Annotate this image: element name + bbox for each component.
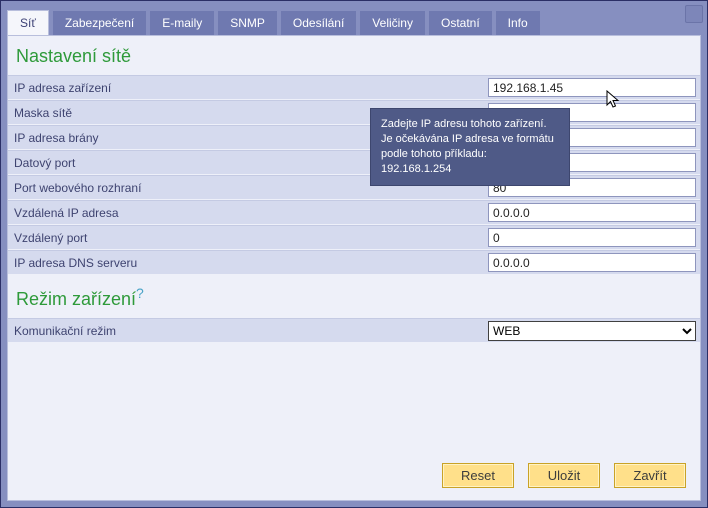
tab-sending[interactable]: Odesílání [281, 11, 356, 35]
tab-bar: Síť Zabezpečení E-maily SNMP Odesílání V… [1, 1, 707, 35]
tab-info[interactable]: Info [496, 11, 540, 35]
row-data-port: Datový port [8, 150, 700, 175]
section-title-mode-text: Režim zařízení [16, 289, 136, 309]
section-title-network: Nastavení sítě [8, 36, 700, 75]
row-gateway: IP adresa brány [8, 125, 700, 150]
tooltip-line: podle tohoto příkladu: [381, 147, 559, 162]
save-button[interactable]: Uložit [528, 463, 600, 488]
settings-window: Síť Zabezpečení E-maily SNMP Odesílání V… [0, 0, 708, 508]
button-bar: Reset Uložit Zavřít [442, 463, 686, 488]
label-device-ip: IP adresa zařízení [8, 81, 488, 95]
tooltip-line: Je očekávána IP adresa ve formátu [381, 132, 559, 147]
input-device-ip[interactable] [488, 78, 696, 97]
row-remote-port: Vzdálený port [8, 225, 700, 250]
label-dns: IP adresa DNS serveru [8, 256, 488, 270]
row-device-ip: IP adresa zařízení [8, 75, 700, 100]
tab-quantities[interactable]: Veličiny [360, 11, 425, 35]
input-remote-port[interactable] [488, 228, 696, 247]
tab-other[interactable]: Ostatní [429, 11, 492, 35]
row-remote-ip: Vzdálená IP adresa [8, 200, 700, 225]
tooltip-device-ip: Zadejte IP adresu tohoto zařízení. Je oč… [370, 108, 570, 186]
close-button[interactable]: Zavřít [614, 463, 686, 488]
tab-security[interactable]: Zabezpečení [53, 11, 146, 35]
tab-snmp[interactable]: SNMP [218, 11, 277, 35]
row-web-port: Port webového rozhraní [8, 175, 700, 200]
row-netmask: Maska sítě [8, 100, 700, 125]
tooltip-line: Zadejte IP adresu tohoto zařízení. [381, 117, 559, 132]
select-comm-mode[interactable]: WEB [488, 321, 696, 341]
reset-button[interactable]: Reset [442, 463, 514, 488]
label-remote-ip: Vzdálená IP adresa [8, 206, 488, 220]
section-title-mode: Režim zařízení? [8, 275, 700, 318]
help-icon[interactable]: ? [136, 285, 144, 301]
tooltip-line: 192.168.1.254 [381, 162, 559, 177]
label-remote-port: Vzdálený port [8, 231, 488, 245]
content-panel: Nastavení sítě IP adresa zařízení Maska … [7, 35, 701, 501]
tab-network[interactable]: Síť [7, 10, 49, 36]
row-comm-mode: Komunikační režim WEB [8, 318, 700, 343]
input-dns[interactable] [488, 253, 696, 272]
window-corner-decoration [685, 5, 703, 23]
input-remote-ip[interactable] [488, 203, 696, 222]
tab-emails[interactable]: E-maily [150, 11, 214, 35]
label-comm-mode: Komunikační režim [8, 324, 488, 338]
row-dns: IP adresa DNS serveru [8, 250, 700, 275]
